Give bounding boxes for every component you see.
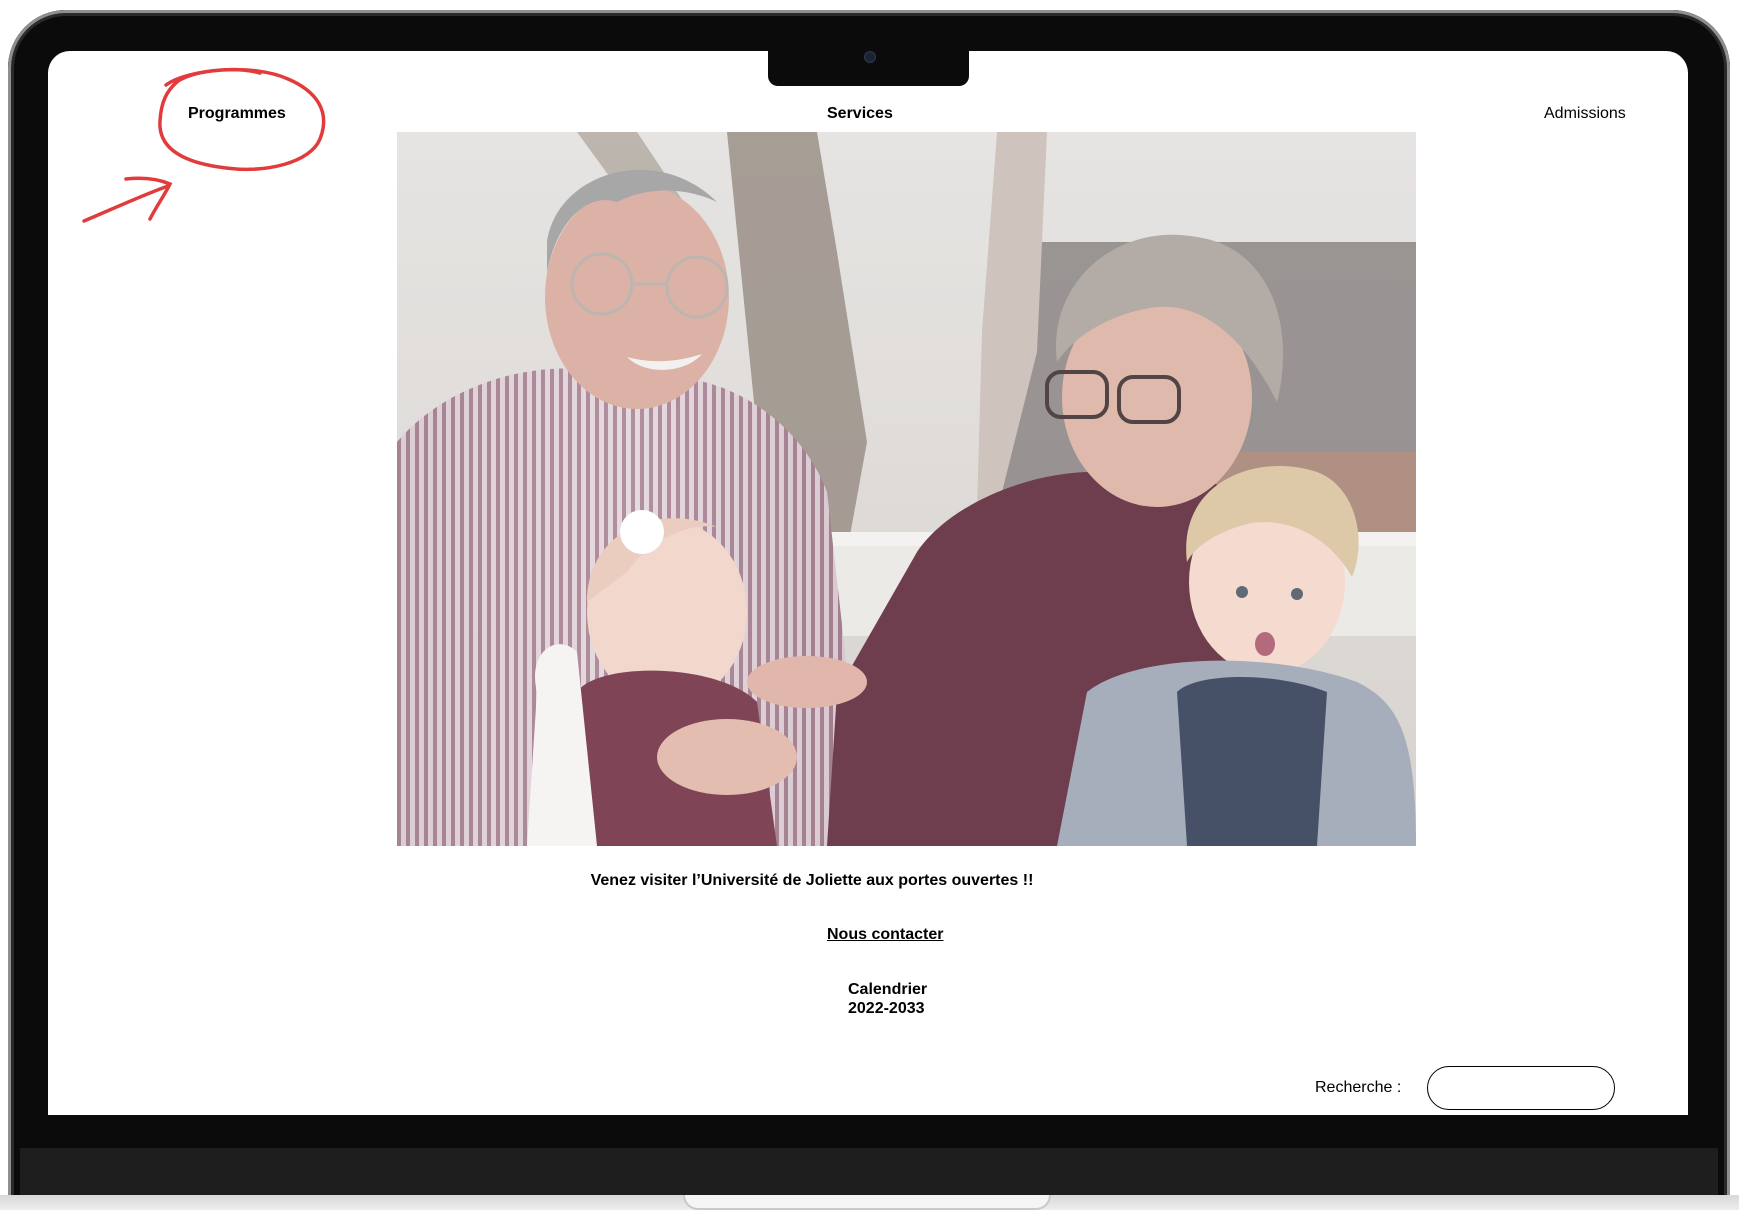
- laptop-base-notch: [683, 1195, 1051, 1210]
- red-annotation-circle-arrow: [82, 67, 326, 223]
- camera-icon: [864, 51, 876, 63]
- calendar-link[interactable]: Calendrier 2022-2033: [848, 980, 927, 1018]
- nav-admissions[interactable]: Admissions: [1544, 105, 1626, 123]
- nav-services[interactable]: Services: [827, 105, 893, 123]
- browser-screen: Programmes Services Admissions Venez vis…: [48, 51, 1688, 1115]
- camera-notch: [768, 51, 969, 86]
- calendar-years: 2022-2033: [848, 1000, 925, 1017]
- laptop-bezel-bottom: [20, 1148, 1718, 1198]
- hero-image: [397, 132, 1416, 846]
- hero-photo-grandparents: [397, 132, 1416, 846]
- annotation-arrow: [82, 176, 173, 223]
- calendar-label: Calendrier: [848, 981, 928, 998]
- contact-link[interactable]: Nous contacter: [827, 926, 943, 944]
- search-label: Recherche :: [1315, 1079, 1402, 1096]
- search-input[interactable]: [1427, 1066, 1615, 1110]
- open-house-headline: Venez visiter l’Université de Joliette a…: [48, 872, 1688, 890]
- nav-programmes[interactable]: Programmes: [188, 105, 286, 123]
- headline-text: Venez visiter l’Université de Joliette a…: [590, 872, 1034, 889]
